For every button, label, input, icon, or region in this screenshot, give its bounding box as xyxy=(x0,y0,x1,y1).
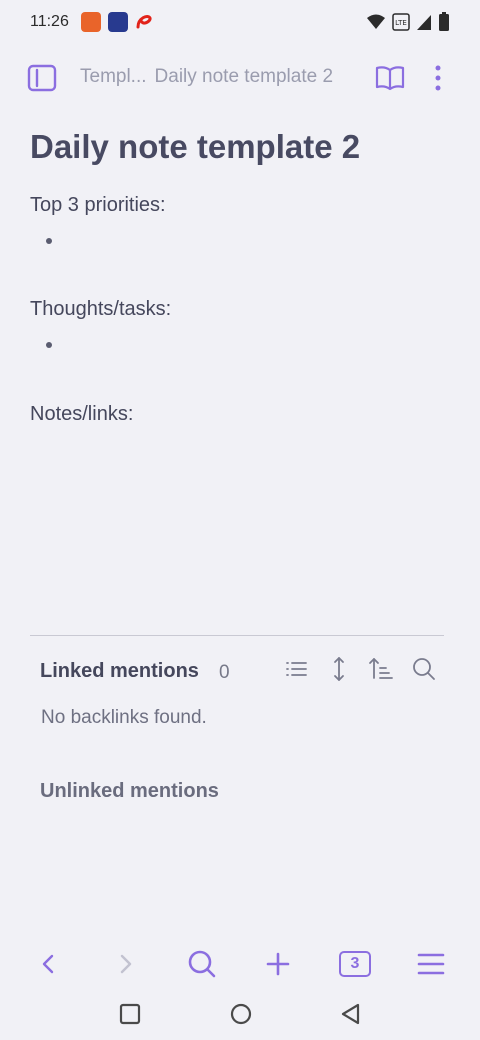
note-title[interactable]: Daily note template 2 xyxy=(30,128,360,166)
more-options-button[interactable] xyxy=(430,64,446,92)
top-toolbar: Templ... Daily note template 2 xyxy=(0,56,480,100)
sort-button[interactable] xyxy=(368,656,394,682)
no-backlinks-message: No backlinks found. xyxy=(41,707,207,728)
sidebar-toggle-button[interactable] xyxy=(27,64,57,92)
home-button[interactable] xyxy=(229,1002,253,1026)
wifi-icon xyxy=(367,14,385,29)
section-heading-thoughts[interactable]: Thoughts/tasks: xyxy=(30,298,171,321)
list-bullet[interactable] xyxy=(46,238,52,244)
forward-icon xyxy=(120,954,132,974)
reading-mode-button[interactable] xyxy=(375,64,405,92)
status-time: 11:26 xyxy=(30,13,69,30)
search-icon xyxy=(188,950,216,978)
back-button[interactable] xyxy=(33,948,65,980)
tabs-button[interactable]: 3 xyxy=(339,951,371,977)
shopping-app-icon xyxy=(81,12,101,32)
section-heading-priorities[interactable]: Top 3 priorities: xyxy=(30,194,166,217)
linked-mentions-count: 0 xyxy=(219,662,230,683)
sort-icon xyxy=(369,658,393,679)
airtel-app-icon xyxy=(134,12,154,32)
breadcrumb: Templ... Daily note template 2 xyxy=(80,66,333,88)
breadcrumb-parent[interactable]: Templ... xyxy=(80,66,147,87)
section-heading-notes[interactable]: Notes/links: xyxy=(30,403,133,426)
tv-app-icon xyxy=(108,12,128,32)
recents-button[interactable] xyxy=(118,1002,142,1026)
list-icon xyxy=(286,662,307,676)
list-bullet[interactable] xyxy=(46,342,52,348)
expand-icon xyxy=(334,657,344,681)
divider xyxy=(30,635,444,636)
bottom-nav: 3 xyxy=(0,940,480,988)
menu-icon xyxy=(417,953,445,975)
svg-text:LTE: LTE xyxy=(395,19,407,27)
new-note-button[interactable] xyxy=(262,948,294,980)
back-triangle-icon xyxy=(341,1003,360,1025)
forward-button[interactable] xyxy=(109,948,141,980)
more-vertical-icon xyxy=(435,65,441,91)
system-nav xyxy=(0,992,480,1036)
unlinked-mentions-title[interactable]: Unlinked mentions xyxy=(40,780,219,803)
plus-icon xyxy=(266,952,290,976)
battery-icon xyxy=(439,12,449,31)
search-backlinks-button[interactable] xyxy=(411,656,437,682)
status-icons: LTE xyxy=(366,12,450,32)
status-bar: 11:26 LTE xyxy=(0,0,480,44)
linked-mentions-title[interactable]: Linked mentions xyxy=(40,660,199,683)
show-context-button[interactable] xyxy=(326,656,352,682)
back-icon xyxy=(42,954,54,974)
system-back-button[interactable] xyxy=(339,1002,363,1026)
search-button[interactable] xyxy=(186,948,218,980)
home-icon xyxy=(230,1003,252,1025)
search-icon xyxy=(413,658,435,680)
recents-icon xyxy=(119,1003,141,1025)
book-open-icon xyxy=(375,66,405,91)
menu-button[interactable] xyxy=(415,948,447,980)
sidebar-toggle-icon xyxy=(27,64,57,92)
signal-icon xyxy=(417,15,431,30)
breadcrumb-current[interactable]: Daily note template 2 xyxy=(155,66,334,87)
collapse-results-button[interactable] xyxy=(284,656,310,682)
volte-icon: LTE xyxy=(392,13,410,31)
